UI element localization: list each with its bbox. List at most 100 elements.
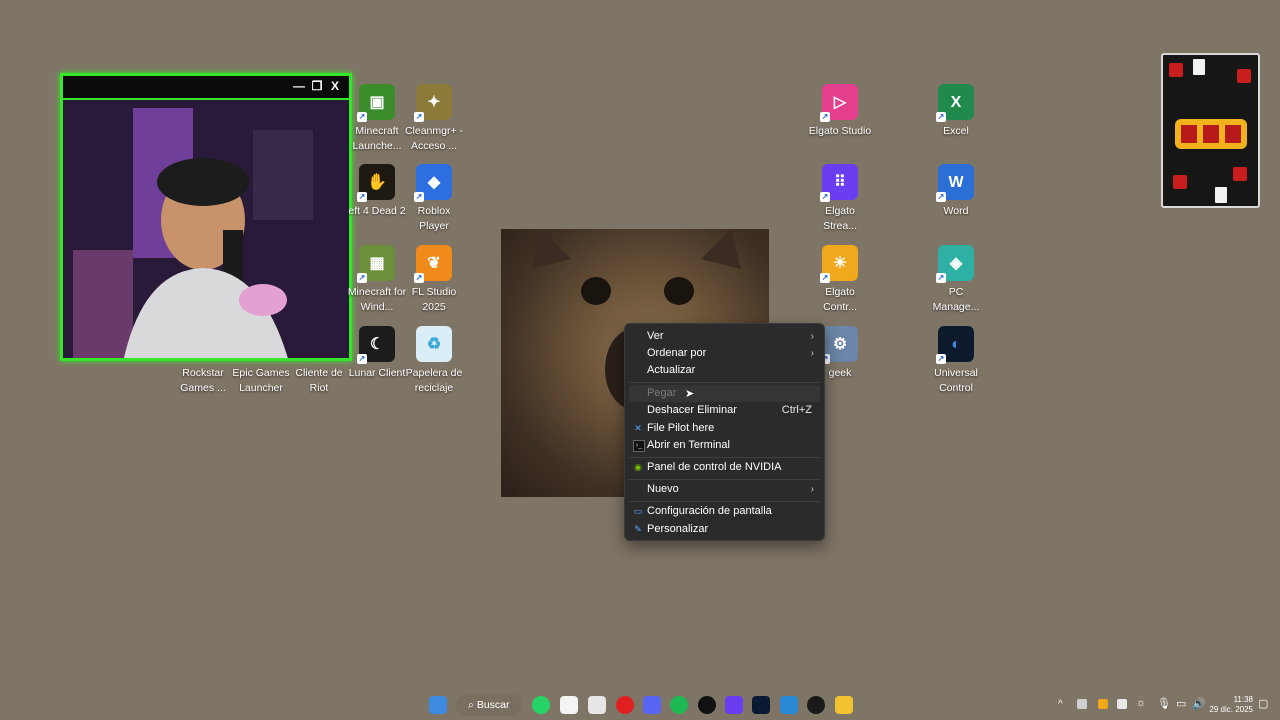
volume-icon[interactable]: 🔊 — [1192, 697, 1206, 710]
desktop-icon-elgato-control[interactable]: ☀ ↗ Elgato Contr... — [808, 245, 872, 315]
desktop-icon-rockstar[interactable]: Rockstar Games ... — [171, 326, 235, 396]
menu-item-personalizar[interactable]: ✎ Personalizar — [629, 521, 820, 538]
photos-taskbar-icon[interactable] — [780, 696, 798, 714]
word-icon: W ↗ — [936, 164, 974, 202]
menu-separator — [629, 457, 820, 458]
desktop-icon-label: Minecraft Launche... — [352, 125, 402, 152]
desktop-icon-roblox[interactable]: ◆ ↗ Roblox Player — [402, 164, 466, 234]
menu-item-label: File Pilot here — [647, 422, 715, 434]
minecraft-windows-icon: ▦ ↗ — [357, 245, 395, 283]
menu-item-pegar[interactable]: Pegar — [629, 385, 820, 402]
files-taskbar-icon[interactable] — [588, 696, 606, 714]
network-icon[interactable]: ▭ — [1176, 697, 1186, 710]
menu-separator — [629, 479, 820, 480]
microphone-icon[interactable]: 🎙 — [1157, 697, 1171, 710]
desktop-icon-left-4-dead[interactable]: ✋ ↗ eft 4 Dead 2 — [345, 164, 409, 219]
desktop-icon-minecraft-windows[interactable]: ▦ ↗ Minecraft for Wind... — [345, 245, 409, 315]
streamer-image — [63, 100, 349, 358]
menu-item-configuracion-pantalla[interactable]: ▭ Configuración de pantalla — [629, 503, 820, 520]
desktop-icon-label: Cleanmgr+ - Acceso ... — [404, 125, 464, 152]
desktop-icon-label: Elgato Contr... — [823, 286, 857, 313]
close-button[interactable]: X — [327, 78, 343, 94]
desktop-icon-label: Universal Control — [934, 367, 978, 394]
desktop-icon-label: Minecraft for Wind... — [347, 286, 407, 313]
personalize-icon: ✎ — [634, 524, 642, 534]
desktop-icon-label: Elgato Studio — [808, 125, 872, 137]
webcam-overlay-window[interactable]: — ❐ X — [60, 73, 352, 361]
clock-time[interactable]: 11:38 — [1205, 695, 1253, 704]
terminal-icon: ›_ — [633, 440, 645, 452]
menu-item-ver[interactable]: Ver › — [629, 328, 820, 345]
desktop-icon-label: Roblox Player — [417, 205, 451, 232]
elgato-stream-taskbar-icon[interactable] — [725, 696, 743, 714]
recycle-bin-icon: ♻ — [416, 326, 452, 362]
menu-item-nuevo[interactable]: Nuevo › — [629, 481, 820, 498]
lunar-client-icon: ☾ ↗ — [357, 326, 395, 364]
obs-taskbar-icon[interactable] — [807, 696, 825, 714]
start-button[interactable] — [429, 696, 447, 714]
menu-item-label: Actualizar — [647, 364, 696, 376]
tray-discord-icon[interactable] — [1117, 699, 1127, 709]
desktop-icon-epic-games[interactable]: Epic Games Launcher — [229, 326, 293, 396]
chevron-up-icon[interactable]: ^ — [1058, 699, 1063, 710]
riot-icon — [301, 326, 337, 362]
menu-item-file-pilot[interactable]: ✕ File Pilot here — [629, 420, 820, 437]
desktop-icon-label: Rockstar Games ... — [180, 367, 226, 394]
file-explorer-taskbar-icon[interactable] — [835, 696, 853, 714]
menu-item-label: Ver — [647, 330, 664, 342]
desktop-icon-minecraft-launcher[interactable]: ▣ ↗ Minecraft Launche... — [345, 84, 409, 154]
left-4-dead-icon: ✋ ↗ — [357, 164, 395, 202]
desktop-icon-universal-control[interactable]: ◐ ↗ Universal Control — [924, 326, 988, 396]
desktop-icon-elgato-stream[interactable]: ⠿ ↗ Elgato Strea... — [808, 164, 872, 234]
minimize-button[interactable]: — — [291, 78, 307, 94]
cleanmgr-icon: ✦ ↗ — [414, 84, 452, 122]
opera-taskbar-icon[interactable] — [616, 696, 634, 714]
universal-control-taskbar-icon[interactable] — [752, 696, 770, 714]
webcam-title-bar[interactable]: — ❐ X — [63, 76, 349, 100]
desktop-icon-lunar-client[interactable]: ☾ ↗ Lunar Client — [345, 326, 409, 381]
whatsapp-taskbar-icon[interactable] — [532, 696, 550, 714]
menu-separator — [629, 501, 820, 502]
notifications-icon[interactable]: ▢ — [1258, 697, 1268, 710]
universal-control-icon: ◐ ↗ — [936, 326, 974, 364]
desktop-icon-elgato-studio[interactable]: ▷ ↗ Elgato Studio — [808, 84, 872, 139]
menu-item-label: Pegar — [647, 387, 677, 399]
menu-item-ordenar-por[interactable]: Ordenar por › — [629, 345, 820, 362]
chevron-right-icon: › — [810, 331, 814, 342]
menu-item-actualizar[interactable]: Actualizar — [629, 362, 820, 379]
menu-separator — [629, 382, 820, 383]
desktop-icon-recycle-bin[interactable]: ♻ Papelera de reciclaje — [402, 326, 466, 396]
webcam-video-feed — [63, 100, 349, 358]
discord-taskbar-icon[interactable] — [643, 696, 661, 714]
menu-item-label: Deshacer Eliminar — [647, 404, 737, 416]
menu-item-label: Ordenar por — [647, 347, 707, 359]
menu-item-deshacer-eliminar[interactable]: Deshacer Eliminar Ctrl+Z — [629, 402, 820, 419]
spotify-taskbar-icon[interactable] — [670, 696, 688, 714]
menu-item-abrir-terminal[interactable]: ›_ Abrir en Terminal — [629, 437, 820, 454]
store-taskbar-icon[interactable] — [560, 696, 578, 714]
search-box[interactable]: ⌕ Buscar — [456, 694, 522, 716]
brightness-icon[interactable]: ☼ — [1136, 697, 1146, 709]
menu-item-nvidia[interactable]: ◉ Panel de control de NVIDIA — [629, 459, 820, 476]
desktop-icon-cleanmgr[interactable]: ✦ ↗ Cleanmgr+ - Acceso ... — [402, 84, 466, 154]
tray-elgato-icon[interactable] — [1098, 699, 1108, 709]
desktop-icon-fl-studio[interactable]: ❦ ↗ FL Studio 2025 — [402, 245, 466, 315]
display-settings-icon: ▭ — [633, 506, 643, 516]
nvidia-icon: ◉ — [634, 462, 642, 472]
search-label: Buscar — [476, 699, 510, 711]
menu-item-label: Nuevo — [647, 483, 679, 495]
tray-app-icon[interactable] — [1077, 699, 1087, 709]
desktop-icon-label: Lunar Client — [348, 367, 406, 379]
clock-date[interactable]: 29 dic. 2025 — [1205, 705, 1253, 714]
desktop-icon-pc-manager[interactable]: ◈ ↗ PC Manage... — [924, 245, 988, 315]
chevron-right-icon: › — [810, 484, 814, 495]
slot-machine-icon — [1169, 59, 1251, 203]
mouse-cursor-icon: ➤ — [685, 388, 695, 400]
desktop-icon-excel[interactable]: X ↗ Excel — [924, 84, 988, 139]
restore-button[interactable]: ❐ — [309, 78, 325, 94]
taskbar — [0, 690, 1280, 720]
slot-machine-widget — [1161, 53, 1260, 208]
g-hub-taskbar-icon[interactable] — [698, 696, 716, 714]
desktop-icon-riot[interactable]: Cliente de Riot — [287, 326, 351, 396]
desktop-icon-word[interactable]: W ↗ Word — [924, 164, 988, 219]
